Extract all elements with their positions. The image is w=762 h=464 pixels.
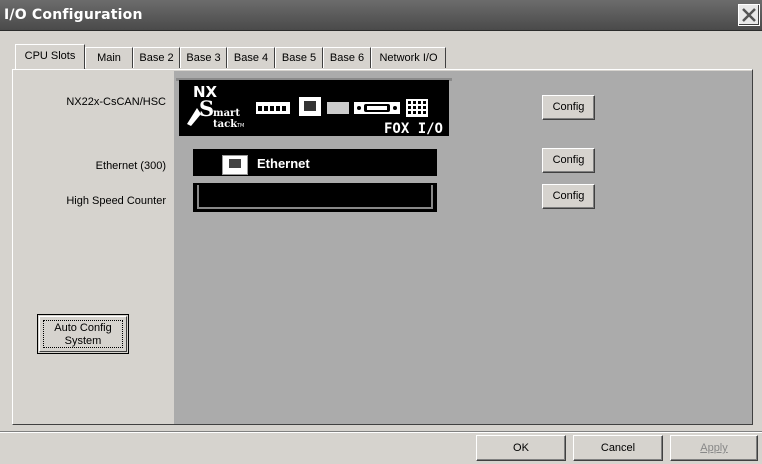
slot-label-ethernet: Ethernet (300): [95, 160, 166, 172]
ethernet-module-label: Ethernet: [257, 156, 310, 171]
card-tm: TM: [236, 123, 244, 129]
close-icon: [742, 8, 756, 22]
card-line2: tack: [213, 119, 238, 130]
config-button-hsc[interactable]: Config: [542, 184, 595, 209]
cpu-module-graphic: NX S mart tack TM FOX I/O: [187, 83, 443, 137]
tab-base-3[interactable]: Base 3: [180, 47, 227, 68]
card-product: FOX I/O: [384, 121, 443, 136]
ethernet-port-icon: [222, 155, 248, 175]
cpu-module-card[interactable]: NX S mart tack TM FOX I/O: [179, 80, 449, 137]
tab-base-5[interactable]: Base 5: [275, 47, 323, 68]
footer-separator: [0, 431, 762, 433]
slot-label-cpu: NX22x-CsCAN/HSC: [66, 96, 166, 108]
tab-base-4[interactable]: Base 4: [227, 47, 275, 68]
config-button-cpu[interactable]: Config: [542, 95, 595, 120]
tab-label: Base 5: [281, 52, 317, 64]
tab-label: Main: [97, 52, 121, 64]
tab-label: Base 3: [186, 52, 221, 64]
close-button[interactable]: [738, 4, 760, 26]
hsc-slot-frame: [197, 185, 433, 209]
auto-config-line2: System: [64, 335, 102, 347]
slot-label-hsc: High Speed Counter: [66, 195, 166, 207]
tab-main[interactable]: Main: [85, 47, 133, 68]
tab-base-2[interactable]: Base 2: [133, 47, 180, 68]
tab-label: Network I/O: [379, 52, 438, 64]
tab-label: Base 2: [139, 52, 174, 64]
tab-label: Base 6: [329, 52, 365, 64]
tab-label: CPU Slots: [24, 50, 76, 62]
window-title: I/O Configuration: [4, 7, 143, 23]
ok-button[interactable]: OK: [476, 435, 566, 461]
config-button-ethernet[interactable]: Config: [542, 148, 595, 173]
tab-network-io[interactable]: Network I/O: [371, 47, 446, 68]
tab-base-6[interactable]: Base 6: [323, 47, 371, 68]
auto-config-system-button[interactable]: Auto Config System: [37, 314, 129, 354]
title-bar: I/O Configuration: [0, 0, 762, 31]
tab-label: Base 4: [233, 52, 269, 64]
apply-button[interactable]: Apply: [670, 435, 758, 461]
cancel-button[interactable]: Cancel: [573, 435, 663, 461]
card-line1: mart: [213, 108, 240, 119]
tab-cpu-slots[interactable]: CPU Slots: [15, 44, 85, 69]
auto-config-line1: Auto Config: [54, 322, 112, 334]
svg-text:S: S: [199, 96, 214, 121]
